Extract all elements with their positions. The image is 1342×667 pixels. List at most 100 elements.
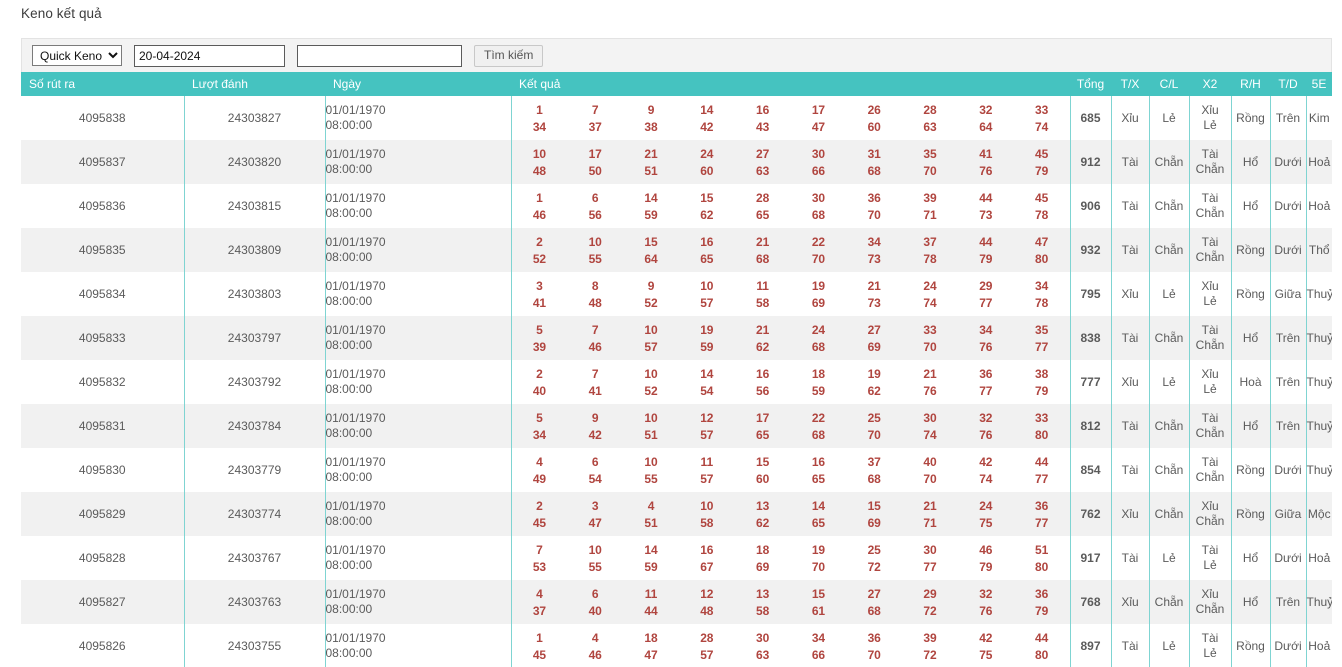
result-number: 70 <box>867 647 881 662</box>
result-number: 70 <box>811 251 825 266</box>
result-number: 79 <box>1035 163 1049 178</box>
table-row[interactable]: 4095831 24303784 01/01/1970 08:00:00 5 9 10 12 1… <box>21 404 1332 448</box>
result-number: 66 <box>811 647 825 662</box>
result-number: 36 <box>1035 586 1049 601</box>
result-number: 15 <box>867 498 881 513</box>
table-row[interactable]: 4095833 24303797 01/01/1970 08:00:00 5 7 10 19 2… <box>21 316 1332 360</box>
cell-tai-xiu: Tài <box>1110 228 1150 272</box>
cell-rong-ho: Rồng <box>1230 624 1271 667</box>
result-number: 15 <box>756 454 770 469</box>
cell-total: 838 <box>1069 316 1112 360</box>
number-grid: 1 7 9 14 16 17 26 28 32 33 34 37 38 42 43 47 60 63 64 74 <box>512 102 1070 135</box>
cell-date: 01/01/1970 08:00:00 <box>324 580 512 624</box>
result-number: 76 <box>979 339 993 354</box>
table-row[interactable]: 4095827 24303763 01/01/1970 08:00:00 4 6 11 12 1… <box>21 580 1332 624</box>
result-number: 24 <box>979 498 993 513</box>
cell-date: 01/01/1970 08:00:00 <box>324 448 512 492</box>
search-button[interactable]: Tìm kiếm <box>474 44 544 67</box>
table-row[interactable]: 4095830 24303779 01/01/1970 08:00:00 4 6 10 11 1… <box>21 448 1332 492</box>
cell-date: 01/01/1970 08:00:00 <box>324 140 512 184</box>
cell-result-numbers: 3 8 9 10 11 19 21 24 29 34 41 48 52 57 58 69 73 74 77 78 <box>510 272 1071 316</box>
result-number: 47 <box>811 119 825 134</box>
result-number: 72 <box>923 647 937 662</box>
result-number: 62 <box>756 339 770 354</box>
table-row[interactable]: 4095837 24303820 01/01/1970 08:00:00 10 17 21 2… <box>21 140 1332 184</box>
date-time: 08:00:00 <box>325 558 373 572</box>
cell-rong-ho: Rồng <box>1230 96 1271 140</box>
date-time: 08:00:00 <box>325 382 373 396</box>
x2-line: Tài <box>1201 455 1219 469</box>
x2-line: Tài <box>1201 323 1219 337</box>
x2-line: Chẵn <box>1195 206 1225 220</box>
result-number: 10 <box>532 146 546 161</box>
cell-tai-xiu: Xỉu <box>1110 492 1150 536</box>
result-number: 70 <box>811 559 825 574</box>
table-row[interactable]: 4095838 24303827 01/01/1970 08:00:00 1 7 9 14 16… <box>21 96 1332 140</box>
cell-5-elements: Thuỷ <box>1305 404 1332 448</box>
result-number: 17 <box>756 410 770 425</box>
result-number: 15 <box>811 586 825 601</box>
x2-line: Chẵn <box>1195 426 1225 440</box>
result-number: 15 <box>644 234 658 249</box>
cell-tren-duoi: Trên <box>1269 360 1307 404</box>
result-number: 37 <box>867 454 881 469</box>
result-number: 15 <box>700 190 714 205</box>
result-number: 63 <box>756 163 770 178</box>
cell-total: 777 <box>1069 360 1112 404</box>
table-row[interactable]: 4095835 24303809 01/01/1970 08:00:00 2 10 15 16… <box>21 228 1332 272</box>
cell-tren-duoi: Giữa <box>1269 492 1307 536</box>
result-number: 59 <box>811 383 825 398</box>
table-row[interactable]: 4095826 24303755 01/01/1970 08:00:00 1 4 18 28 3… <box>21 624 1332 667</box>
cell-5-elements: Hoả <box>1305 184 1332 228</box>
cell-chan-le: Lẻ <box>1148 624 1190 667</box>
table-row[interactable]: 4095832 24303792 01/01/1970 08:00:00 2 7 10 14 1… <box>21 360 1332 404</box>
cell-tren-duoi: Trên <box>1269 96 1307 140</box>
date-time: 08:00:00 <box>325 646 373 660</box>
result-number: 12 <box>700 410 714 425</box>
cell-session: 24303809 <box>183 228 326 272</box>
result-number: 2 <box>536 498 543 513</box>
result-number: 68 <box>867 603 881 618</box>
cell-tren-duoi: Dưới <box>1269 184 1307 228</box>
result-number: 62 <box>756 515 770 530</box>
result-number: 65 <box>756 207 770 222</box>
cell-x2: Tài Chẵn <box>1188 448 1232 492</box>
search-toolbar: Quick Keno 1 Tìm kiếm <box>21 38 1332 72</box>
result-number: 16 <box>756 366 770 381</box>
result-number: 80 <box>1035 559 1049 574</box>
x2-line: Chẵn <box>1195 338 1225 352</box>
result-number: 60 <box>867 119 881 134</box>
result-number: 48 <box>588 295 602 310</box>
date-input[interactable] <box>134 44 285 67</box>
result-number: 31 <box>867 146 881 161</box>
table-row[interactable]: 4095836 24303815 01/01/1970 08:00:00 1 6 14 15 2… <box>21 184 1332 228</box>
result-number: 45 <box>532 647 546 662</box>
table-row[interactable]: 4095829 24303774 01/01/1970 08:00:00 2 3 4 10 13… <box>21 492 1332 536</box>
result-number: 80 <box>1035 647 1049 662</box>
table-body: 4095838 24303827 01/01/1970 08:00:00 1 7 9 14 16… <box>21 96 1332 667</box>
cell-total: 812 <box>1069 404 1112 448</box>
result-number: 17 <box>811 102 825 117</box>
result-number: 9 <box>647 278 655 293</box>
cell-rong-ho: Rồng <box>1230 228 1271 272</box>
result-number: 46 <box>588 339 602 354</box>
result-number: 80 <box>1035 427 1049 442</box>
cell-tai-xiu: Tài <box>1110 536 1150 580</box>
result-number: 73 <box>979 207 993 222</box>
cell-date: 01/01/1970 08:00:00 <box>324 360 512 404</box>
result-number: 57 <box>700 427 714 442</box>
table-row[interactable]: 4095834 24303803 01/01/1970 08:00:00 3 8 9 10 11… <box>21 272 1332 316</box>
game-select[interactable]: Quick Keno 1 <box>32 45 122 66</box>
result-number: 73 <box>867 251 881 266</box>
cell-session: 24303763 <box>183 580 326 624</box>
result-number: 76 <box>979 603 993 618</box>
cell-session: 24303767 <box>183 536 326 580</box>
column-header-date: Ngày <box>325 72 511 96</box>
result-number: 59 <box>644 207 658 222</box>
table-row[interactable]: 4095828 24303767 01/01/1970 08:00:00 7 10 14 16… <box>21 536 1332 580</box>
result-number: 11 <box>756 278 769 293</box>
result-number: 55 <box>588 251 602 266</box>
result-number: 42 <box>979 454 993 469</box>
keyword-input[interactable] <box>297 44 462 67</box>
cell-result-numbers: 2 7 10 14 16 18 19 21 36 38 40 41 52 54 56 59 62 76 77 79 <box>510 360 1071 404</box>
